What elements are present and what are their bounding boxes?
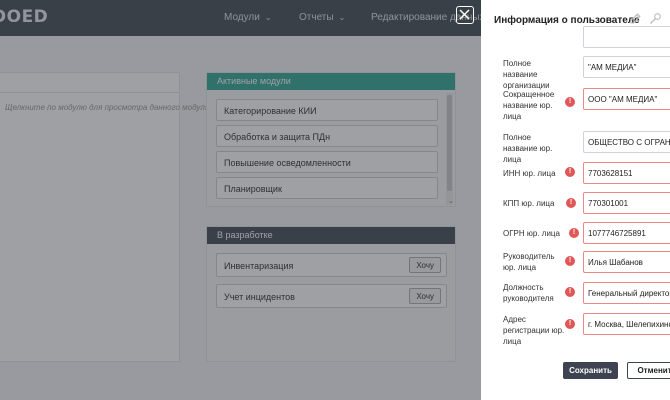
- org-full-name-input[interactable]: "АМ МЕДИА": [583, 56, 670, 78]
- close-icon: [459, 9, 470, 20]
- drawer-title: Информация о пользователе: [494, 15, 640, 26]
- inn-input[interactable]: 7703628151: [583, 162, 670, 184]
- field-label-kpp: КПП юр. лица: [503, 199, 555, 208]
- warning-icon: !: [565, 167, 575, 177]
- warning-icon: !: [565, 97, 575, 107]
- close-drawer-button[interactable]: [456, 6, 474, 24]
- ogrn-input[interactable]: 1077746725891: [583, 222, 670, 244]
- warning-icon: !: [565, 256, 575, 266]
- field-label-ogrn: ОГРН юр. лица: [503, 229, 560, 238]
- field-label-short-name: Сокращенное название юр. лица: [503, 90, 555, 121]
- cancel-button[interactable]: Отменить: [627, 362, 670, 379]
- position-input[interactable]: Генеральный директор: [583, 282, 670, 304]
- user-info-drawer: Информация о пользователе Полное названи…: [481, 0, 670, 400]
- short-name-input[interactable]: ООО "АМ МЕДИА": [583, 88, 670, 110]
- field-label-org-full-name: Полное название организации: [503, 59, 550, 90]
- warning-icon: !: [569, 228, 579, 238]
- address-input[interactable]: г. Москва, Шелепихинская: [583, 313, 670, 335]
- field-label-director: Руководитель юр. лица: [503, 252, 555, 272]
- legal-full-name-input[interactable]: ОБЩЕСТВО С ОГРАНИЧЕННОЙ: [583, 131, 670, 153]
- top-partial-field[interactable]: [583, 26, 670, 48]
- modal-overlay[interactable]: [0, 0, 481, 400]
- settings-icon[interactable]: [649, 12, 662, 25]
- field-label-position: Должность руководителя: [503, 283, 554, 303]
- warning-icon: !: [566, 198, 576, 208]
- kpp-input[interactable]: 770301001: [583, 192, 670, 214]
- field-label-inn: ИНН юр. лица: [503, 169, 556, 178]
- warning-icon: !: [565, 319, 575, 329]
- field-label-legal-full-name: Полное название юр. лица: [503, 133, 553, 164]
- field-label-address: Адрес регистрации юр. лица: [503, 315, 565, 346]
- edit-icon[interactable]: [629, 12, 642, 25]
- director-input[interactable]: Илья Шабанов: [583, 251, 670, 273]
- warning-icon: !: [565, 287, 575, 297]
- save-button[interactable]: Сохранить: [563, 362, 618, 379]
